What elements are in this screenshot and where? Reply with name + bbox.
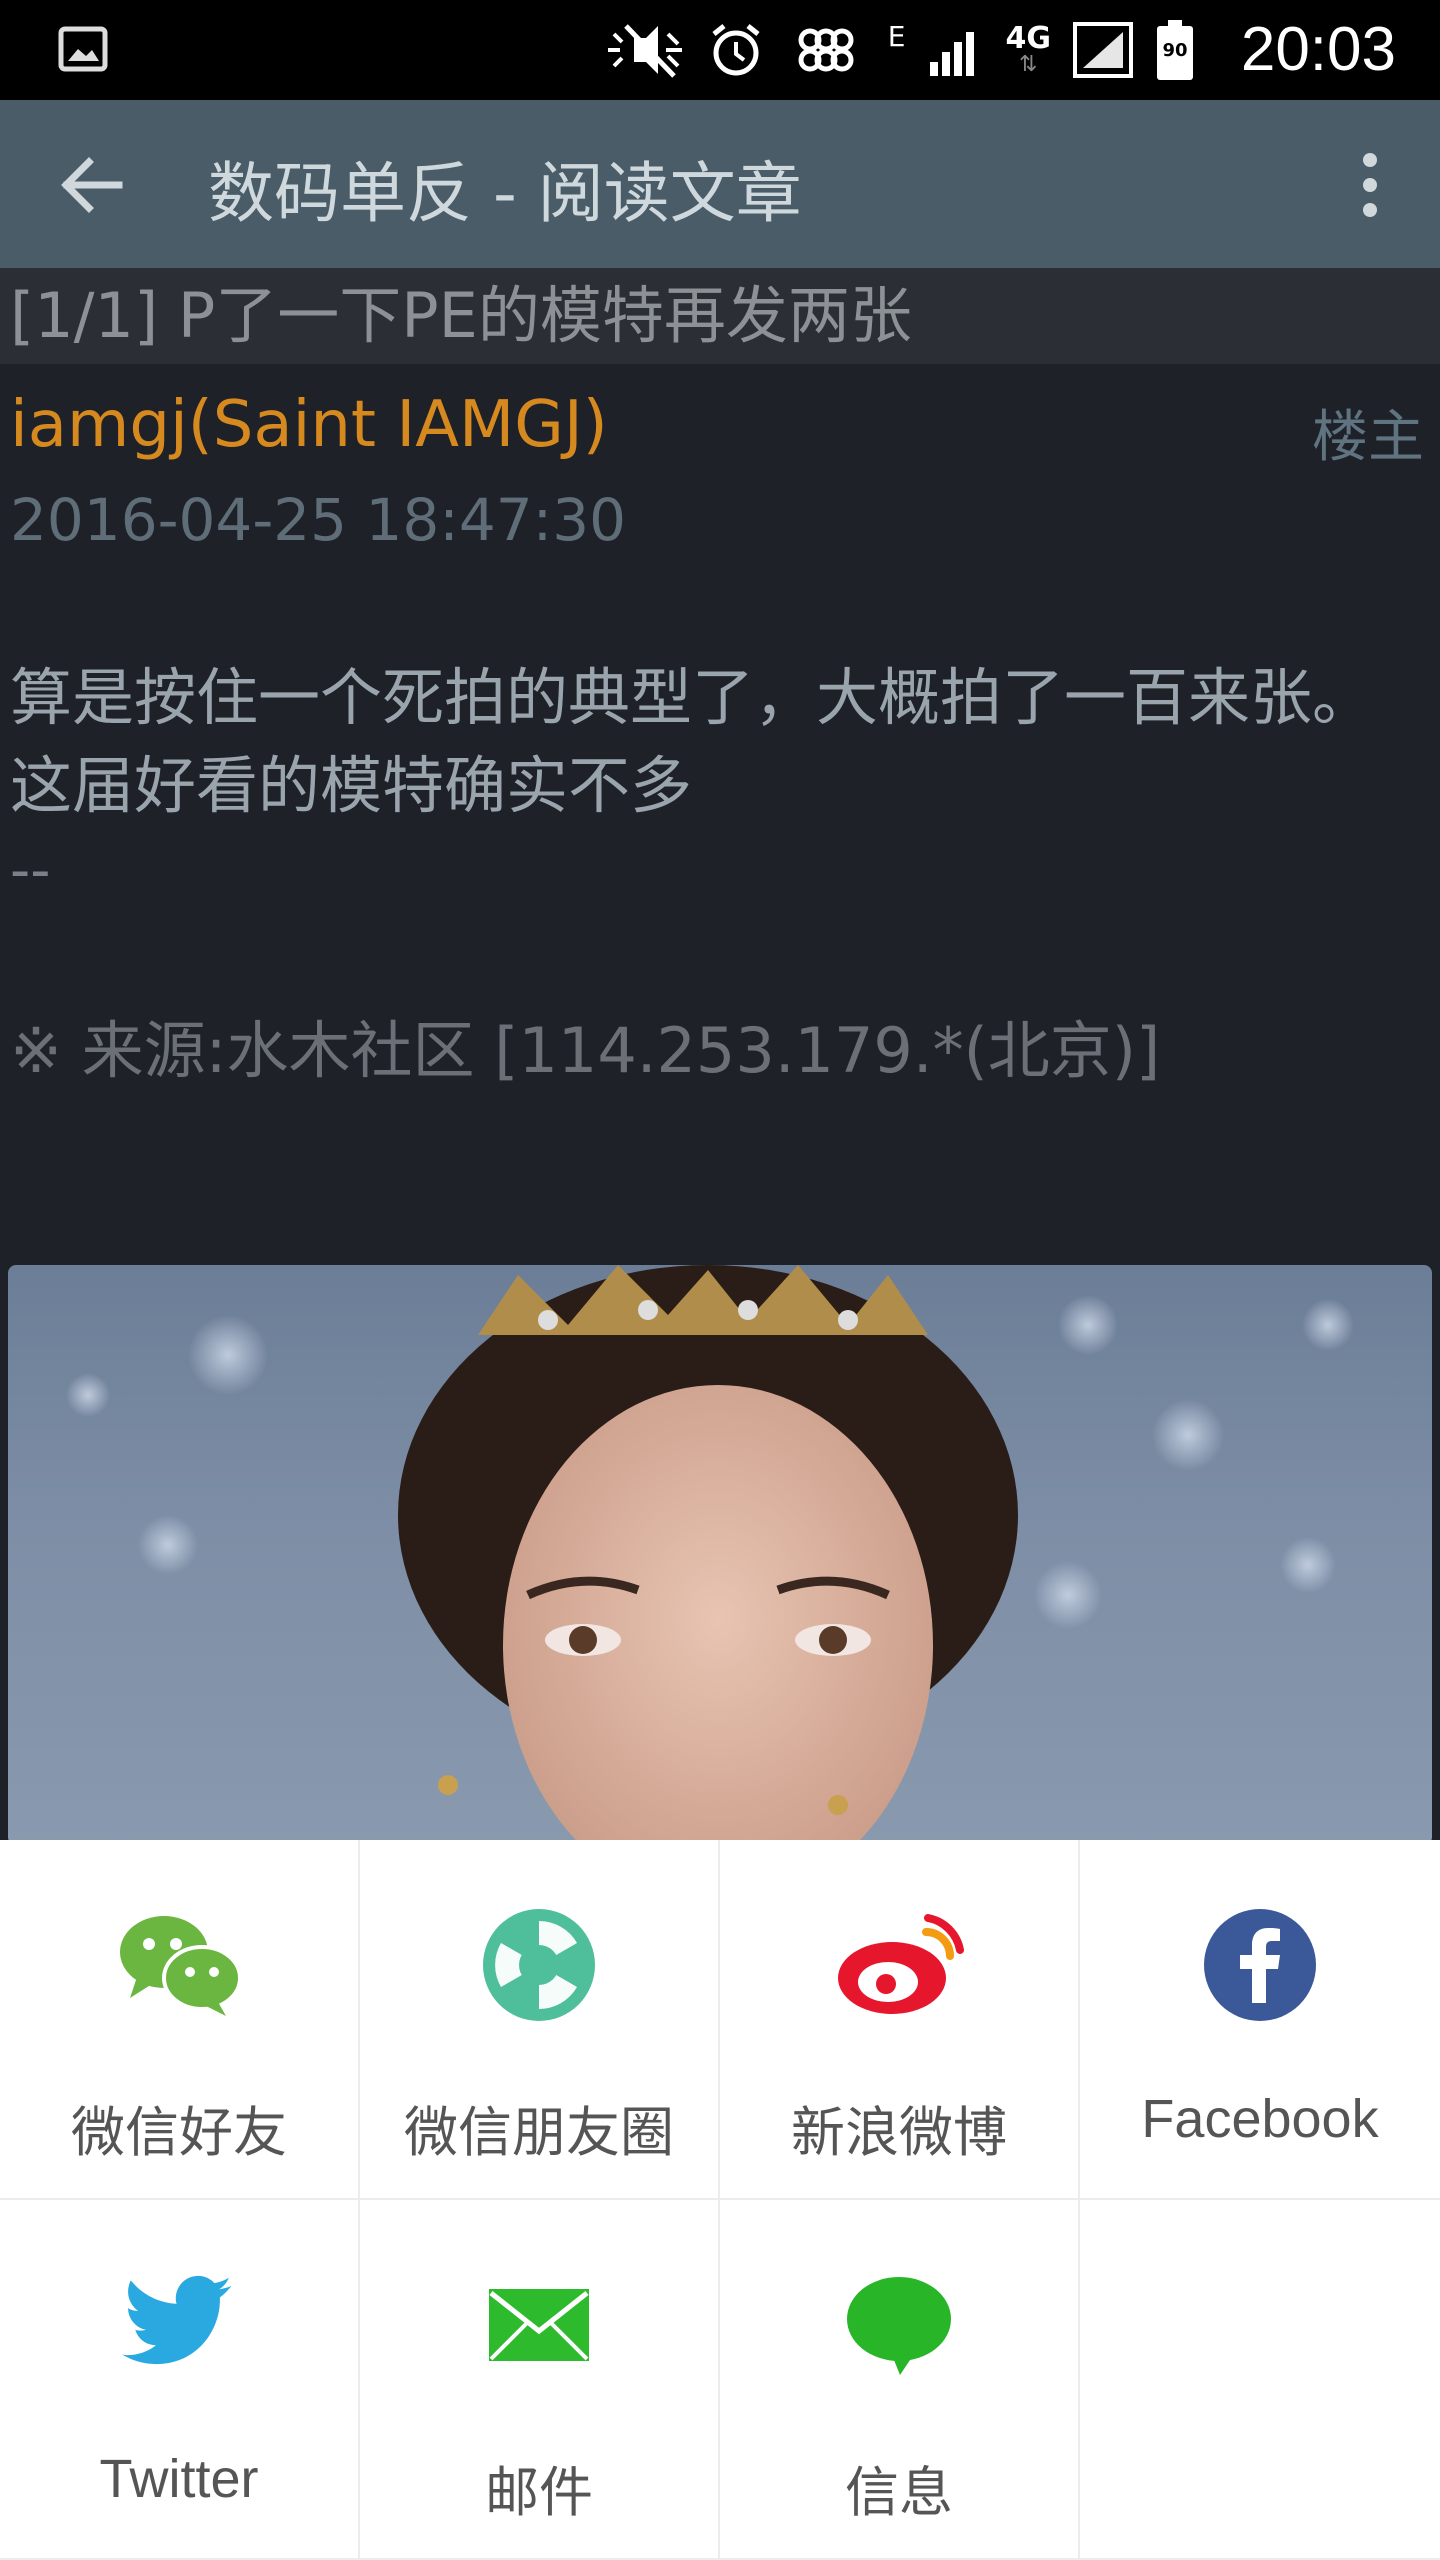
twitter-icon: [114, 2260, 244, 2390]
share-weibo[interactable]: 新浪微博: [720, 1840, 1080, 2200]
author-name[interactable]: iamgj(Saint IAMGJ): [10, 388, 608, 462]
share-twitter[interactable]: Twitter: [0, 2200, 360, 2560]
signature-separator: --: [10, 838, 51, 903]
gallery-icon: [58, 24, 108, 74]
clock: 20:03: [1240, 15, 1396, 84]
mute-icon: [606, 20, 686, 80]
share-wechat-friends[interactable]: 微信好友: [0, 1840, 360, 2200]
wechat-moments-icon: [474, 1900, 604, 2030]
share-label: 微信好友: [71, 2101, 287, 2164]
message-icon: [834, 2260, 964, 2390]
arrow-left-icon: [61, 157, 123, 213]
share-mail[interactable]: 邮件: [360, 2200, 720, 2560]
app-bar: 数码单反 - 阅读文章: [0, 100, 1440, 268]
share-label: 信息: [845, 2461, 953, 2524]
facebook-icon: [1195, 1900, 1325, 2030]
alarm-icon: [708, 20, 764, 80]
post-body: 算是按住一个死拍的典型了，大概拍了一百来张。这届好看的模特确实不多: [10, 661, 1375, 822]
battery-icon: 90: [1155, 18, 1195, 82]
more-vert-icon: [1363, 153, 1377, 217]
post-source: ※ 来源:水木社区 [114.253.179.*(北京)]: [10, 1014, 1161, 1087]
share-wechat-moments[interactable]: 微信朋友圈: [360, 1840, 720, 2200]
floor-badge: 楼主: [1312, 405, 1424, 470]
post-timestamp: 2016-04-25 18:47:30: [10, 486, 626, 554]
share-facebook[interactable]: Facebook: [1080, 1840, 1440, 2200]
share-empty-slot: [1080, 2200, 1440, 2560]
network-type-label: 4G: [1005, 21, 1052, 56]
share-label: Twitter: [99, 2449, 259, 2509]
page-title: 数码单反 - 阅读文章: [208, 155, 802, 232]
share-label: 微信朋友圈: [404, 2101, 674, 2164]
battery-level: 90: [1162, 40, 1188, 61]
share-label: 新浪微博: [791, 2101, 1007, 2164]
back-button[interactable]: [52, 145, 132, 225]
wechat-icon: [114, 1900, 244, 2030]
signal-icon: [928, 22, 984, 78]
share-label: 邮件: [485, 2461, 593, 2524]
status-bar: E 4G ⇅ 90 20:03: [0, 0, 1440, 100]
post-image[interactable]: [8, 1265, 1432, 1845]
share-message[interactable]: 信息: [720, 2200, 1080, 2560]
share-label: Facebook: [1141, 2089, 1379, 2149]
portrait-image: [66, 1265, 1354, 1845]
weibo-icon: [834, 1900, 964, 2030]
mail-icon: [474, 2260, 604, 2390]
edge-indicator: E: [887, 20, 906, 53]
status-icons: E 4G ⇅ 90: [606, 18, 1195, 82]
signal-icon-2: [1073, 22, 1133, 78]
network-type: 4G ⇅: [1005, 21, 1052, 77]
thread-title: [1/1] P了一下PE的模特再发两张: [0, 268, 1440, 364]
carrier-icon: [786, 20, 866, 80]
share-sheet: 微信好友 微信朋友圈 新浪微博 Facebook Twitter 邮件 信息: [0, 1840, 1440, 2560]
overflow-menu-button[interactable]: [1330, 140, 1410, 230]
